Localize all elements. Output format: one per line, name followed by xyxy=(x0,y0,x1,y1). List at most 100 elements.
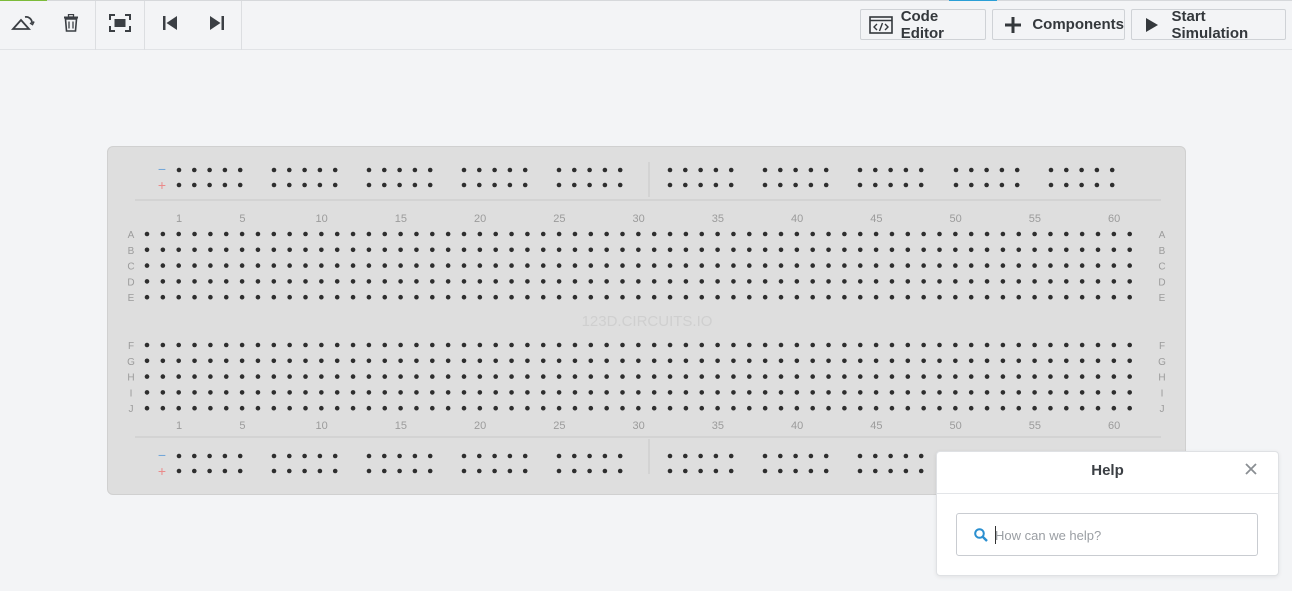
terminal-hole xyxy=(636,390,641,395)
components-button[interactable]: Components xyxy=(992,9,1125,40)
terminal-hole xyxy=(287,390,292,395)
terminal-hole xyxy=(556,294,562,300)
terminal-hole xyxy=(1000,247,1006,253)
rail-hole xyxy=(237,167,243,173)
terminal-hole xyxy=(968,374,974,379)
terminal-hole xyxy=(1032,263,1037,268)
skip-back-button[interactable] xyxy=(156,1,184,49)
bottom-row-label-left: F xyxy=(128,341,134,352)
help-search-input[interactable] xyxy=(995,524,1245,546)
terminal-hole xyxy=(715,390,720,395)
rail-hole xyxy=(793,167,798,173)
help-panel: Help xyxy=(936,451,1279,576)
terminal-hole xyxy=(588,263,594,268)
terminal-hole xyxy=(287,358,292,364)
terminal-hole xyxy=(223,263,229,268)
terminal-hole xyxy=(477,294,483,300)
start-simulation-button[interactable]: Start Simulation xyxy=(1131,8,1286,42)
rail-hole xyxy=(271,182,277,188)
terminal-hole xyxy=(857,358,863,364)
terminal-hole xyxy=(1064,342,1069,348)
help-search-box[interactable] xyxy=(956,513,1258,556)
terminal-hole xyxy=(461,294,467,300)
rail-hole xyxy=(366,453,372,459)
terminal-hole xyxy=(350,390,356,395)
terminal-hole xyxy=(1032,247,1037,253)
rail-hole xyxy=(1048,167,1054,173)
terminal-hole xyxy=(1016,279,1022,284)
terminal-hole xyxy=(509,358,514,364)
breadboard[interactable]: − + − +1 1 5 5 10 10 15 15 20 20 25 25 30 30 35 35 40 40 45 45… xyxy=(107,146,1186,495)
terminal-hole xyxy=(414,279,419,284)
terminal-hole xyxy=(953,390,958,395)
terminal-hole xyxy=(334,374,340,379)
rail-hole xyxy=(477,468,482,474)
terminal-hole xyxy=(303,247,308,253)
rail-hole xyxy=(667,468,673,474)
terminal-hole xyxy=(223,405,229,411)
rail-hole xyxy=(698,453,703,459)
terminal-hole xyxy=(937,342,942,348)
terminal-hole xyxy=(556,374,562,379)
rail-hole xyxy=(461,468,467,474)
terminal-hole xyxy=(334,231,340,237)
terminal-hole xyxy=(556,342,562,348)
terminal-hole xyxy=(255,247,261,253)
rail-hole xyxy=(953,182,959,188)
terminal-hole xyxy=(857,342,863,348)
terminal-hole xyxy=(1079,231,1085,237)
rotate-button[interactable] xyxy=(8,1,38,49)
terminal-hole xyxy=(699,374,705,379)
terminal-hole xyxy=(889,342,895,348)
rail-hole xyxy=(192,453,197,459)
rail-hole xyxy=(793,182,798,188)
rail-hole xyxy=(237,453,243,459)
terminal-hole xyxy=(208,405,213,411)
terminal-hole xyxy=(826,358,831,364)
close-button[interactable] xyxy=(1242,462,1260,480)
rail-hole xyxy=(1109,182,1115,188)
terminal-hole xyxy=(1000,358,1006,364)
terminal-hole xyxy=(176,374,181,379)
terminal-hole xyxy=(176,263,181,268)
rail-hole xyxy=(507,453,513,459)
skip-forward-button[interactable] xyxy=(203,1,231,49)
rail-hole xyxy=(873,468,878,474)
terminal-hole xyxy=(620,374,625,379)
terminal-hole xyxy=(1111,263,1117,268)
delete-button[interactable] xyxy=(57,1,85,49)
terminal-hole xyxy=(794,374,800,379)
terminal-hole xyxy=(319,279,324,284)
rail-hole xyxy=(728,453,734,459)
terminal-hole xyxy=(937,294,942,300)
terminal-hole xyxy=(223,231,229,237)
rail-hole xyxy=(873,182,878,188)
terminal-hole xyxy=(366,342,372,348)
bottom-row-label-right: G xyxy=(1158,357,1166,368)
terminal-hole xyxy=(588,294,594,300)
terminal-hole xyxy=(953,358,958,364)
column-number: 1 xyxy=(176,420,182,432)
terminal-hole xyxy=(1048,390,1053,395)
code-editor-button[interactable]: Code Editor xyxy=(860,8,986,42)
terminal-hole xyxy=(937,279,942,284)
terminal-hole xyxy=(509,263,514,268)
terminal-hole xyxy=(477,247,483,253)
rail-hole xyxy=(617,453,623,459)
terminal-hole xyxy=(588,390,594,395)
terminal-hole xyxy=(556,263,562,268)
terminal-hole xyxy=(810,247,815,253)
rail-hole xyxy=(382,468,387,474)
terminal-hole xyxy=(192,405,197,411)
terminal-hole xyxy=(1016,231,1022,237)
terminal-hole xyxy=(636,231,641,237)
rail-hole xyxy=(698,468,703,474)
terminal-hole xyxy=(572,358,578,364)
rail-hole xyxy=(397,167,402,173)
rail-hole xyxy=(332,167,338,173)
terminal-hole xyxy=(651,231,657,237)
terminal-hole xyxy=(810,342,815,348)
terminal-hole xyxy=(350,374,356,379)
terminal-hole xyxy=(1111,390,1117,395)
fit-view-button[interactable] xyxy=(105,1,135,49)
